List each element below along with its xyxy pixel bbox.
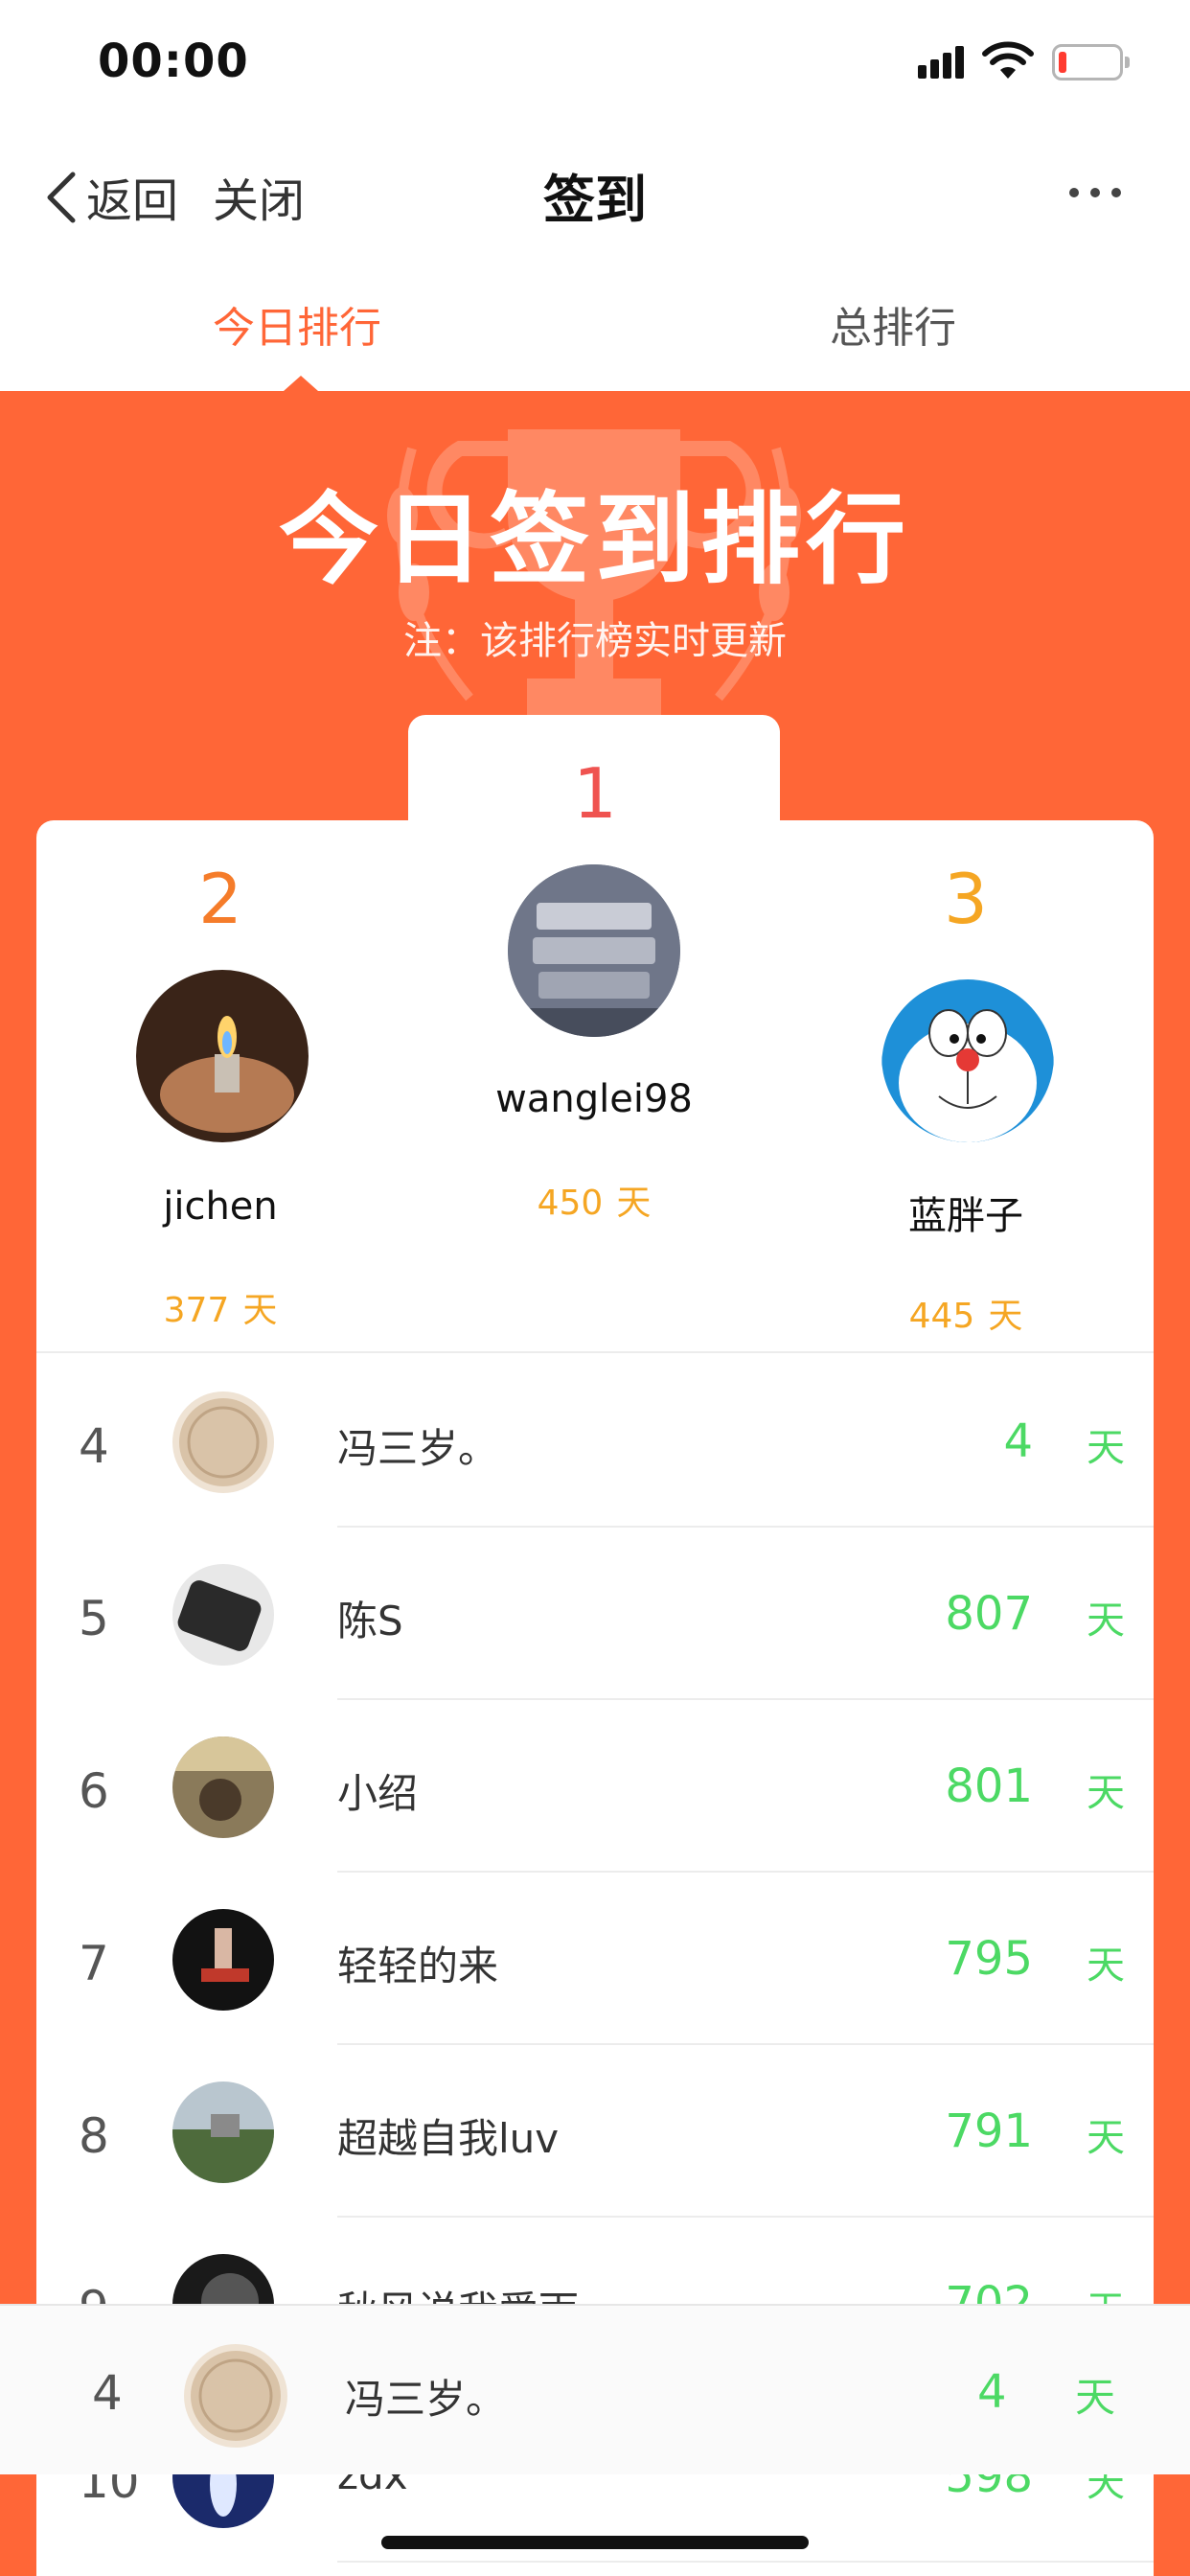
list-days-unit: 天 (1087, 2116, 1125, 2160)
avatar-second[interactable] (136, 970, 309, 1142)
list-days: 791 (945, 2104, 1033, 2158)
tab-total-ranking[interactable]: 总排行 (701, 293, 1085, 355)
list-item[interactable]: 5 陈S 807 天 (36, 1528, 1154, 1700)
my-rank: 4 (92, 2365, 123, 2421)
list-rank: 8 (79, 2108, 109, 2164)
tab-bar: 今日排行 总排行 (0, 251, 1190, 391)
list-item[interactable]: 6 小绍 801 天 (36, 1700, 1154, 1873)
avatar (172, 1909, 274, 2011)
list-days: 4 (1003, 1414, 1033, 1468)
my-avatar (184, 2344, 287, 2448)
my-days: 4 (977, 2365, 1007, 2419)
status-time: 00:00 (98, 34, 249, 88)
home-indicator[interactable] (381, 2536, 809, 2549)
podium-divider (36, 1351, 1154, 1353)
wifi-icon (982, 41, 1034, 79)
name-first: wanglei98 (495, 1077, 693, 1121)
cellular-signal-icon (918, 44, 964, 79)
list-days: 807 (945, 1587, 1033, 1641)
days-third: 445 天 (841, 1288, 1090, 1338)
days-first-unit: 天 (616, 1184, 652, 1223)
list-item[interactable]: 4 冯三岁。 4 天 (36, 1355, 1154, 1528)
list-rank: 7 (79, 1936, 109, 1991)
list-days: 801 (945, 1760, 1033, 1813)
my-name: 冯三岁。 (345, 2376, 507, 2423)
hero-note: 注：该排行榜实时更新 (403, 619, 787, 663)
days-first: 450 天 (402, 1175, 786, 1225)
days-second: 377 天 (96, 1282, 345, 1332)
days-third-unit: 天 (988, 1297, 1023, 1336)
name-second: jichen (163, 1184, 278, 1229)
tab-today-ranking[interactable]: 今日排行 (105, 293, 489, 355)
list-item[interactable]: 7 轻轻的来 795 天 (36, 1873, 1154, 2045)
rank-third-number: 3 (944, 859, 988, 939)
battery-icon (1052, 44, 1130, 80)
list-rank: 4 (79, 1418, 109, 1474)
list-name: 陈S (337, 1598, 403, 1644)
nav-bar: 返回 关闭 签到 (0, 126, 1190, 251)
my-days-unit: 天 (1075, 2374, 1116, 2421)
list-days-unit: 天 (1087, 1598, 1125, 1643)
list-rank: 6 (79, 1763, 109, 1819)
list-days: 795 (945, 1932, 1033, 1986)
avatar-first[interactable] (508, 864, 680, 1037)
my-rank-bar[interactable]: 4 冯三岁。 4 天 (0, 2304, 1190, 2474)
name-third: 蓝胖子 (908, 1194, 1023, 1238)
list-name: 冯三岁。 (337, 1425, 499, 1472)
days-first-value: 450 (537, 1184, 604, 1223)
active-tab-caret (284, 376, 318, 391)
hero-title: 今日签到排行 (278, 481, 911, 598)
list-days-unit: 天 (1087, 1771, 1125, 1815)
rank-second-number: 2 (198, 859, 242, 939)
rank-first-number: 1 (573, 753, 617, 834)
list-name: 小绍 (337, 1770, 419, 1817)
days-second-unit: 天 (242, 1291, 278, 1330)
list-days-unit: 天 (1087, 1944, 1125, 1988)
avatar (172, 1736, 274, 1838)
list-name: 超越自我luv (337, 2115, 560, 2162)
list-rank: 5 (79, 1591, 109, 1646)
avatar-third[interactable] (881, 970, 1054, 1142)
days-third-value: 445 (908, 1297, 975, 1336)
list-days-unit: 天 (1087, 1426, 1125, 1470)
list-name: 轻轻的来 (337, 1943, 499, 1990)
list-item[interactable]: 8 超越自我luv 791 天 (36, 2045, 1154, 2218)
status-bar: 00:00 (0, 0, 1190, 126)
row-divider (337, 2561, 1154, 2563)
days-second-value: 377 (163, 1291, 230, 1330)
avatar (172, 1392, 274, 1493)
avatar (172, 2082, 274, 2183)
page-title: 签到 (543, 170, 647, 230)
avatar (172, 1564, 274, 1666)
more-icon[interactable] (1069, 186, 1121, 199)
